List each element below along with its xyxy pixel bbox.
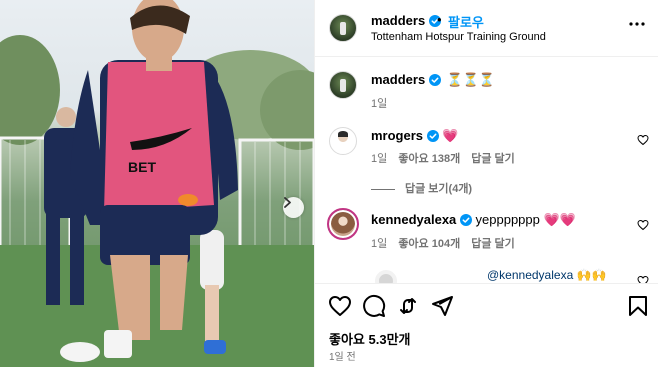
post-author-line: madders	[371, 13, 441, 28]
likes-count[interactable]: 좋아요 5.3만개	[329, 329, 410, 348]
avatar[interactable]	[329, 127, 357, 155]
reply-avatar[interactable]	[375, 270, 397, 283]
avatar[interactable]	[329, 14, 357, 42]
reply-preview-text: @kennedyalexa 🙌🙌	[487, 268, 607, 282]
comments-section: madders ⏳⏳⏳ 1일 mrogers 💗 1일 좋아요 138개 답글 …	[315, 57, 658, 283]
share-icon[interactable]	[396, 294, 420, 318]
comment-time[interactable]: 1일	[371, 238, 387, 250]
separator-dot: •	[437, 12, 442, 27]
post-date[interactable]: 1일 전	[329, 348, 356, 363]
comment-like-heart-icon[interactable]	[637, 134, 649, 146]
follow-button[interactable]: 팔로우	[448, 12, 484, 31]
send-icon[interactable]	[430, 294, 454, 318]
photo-illustration: BET	[0, 0, 314, 367]
comment-likes-count[interactable]: 좋아요 138개	[398, 153, 460, 165]
post-action-bar: 좋아요 5.3만개 1일 전	[315, 283, 658, 367]
heart-icon[interactable]	[328, 294, 352, 318]
comment-text: 💗	[442, 128, 459, 143]
post-header: madders • 팔로우 Tottenham Hotspur Training…	[315, 0, 658, 57]
more-options-icon	[629, 22, 645, 26]
caption-username[interactable]: madders	[371, 72, 425, 87]
post-side-panel: madders • 팔로우 Tottenham Hotspur Training…	[314, 0, 658, 367]
reply-button[interactable]: 답글 달기	[471, 238, 515, 250]
verified-badge-icon	[428, 74, 441, 86]
comment-username[interactable]: mrogers	[371, 128, 423, 143]
comment-time[interactable]: 1일	[371, 153, 387, 165]
comment-author: mrogers 💗	[371, 128, 458, 144]
post-photo: BET	[0, 0, 314, 367]
view-replies-button[interactable]: 답글 보기(4개)	[371, 180, 472, 196]
comment-text: yeppppppp 💗💗	[475, 212, 576, 227]
verified-badge-icon	[426, 130, 439, 142]
view-replies-label: 답글 보기(4개)	[405, 183, 473, 195]
comment-meta: 1일 좋아요 104개 답글 달기	[371, 235, 523, 251]
next-image-button[interactable]	[283, 197, 304, 218]
location-link[interactable]: Tottenham Hotspur Training Ground	[371, 31, 546, 43]
caption-time[interactable]: 1일	[371, 98, 387, 110]
svg-text:BET: BET	[128, 159, 156, 175]
verified-badge-icon	[459, 214, 472, 226]
comment-like-heart-icon[interactable]	[637, 275, 649, 283]
chevron-right-icon	[284, 197, 291, 208]
comment-author: kennedyalexa yeppppppp 💗💗	[371, 212, 576, 228]
caption-meta: 1일	[371, 95, 395, 111]
comment-username[interactable]: kennedyalexa	[371, 212, 456, 227]
reply-button[interactable]: 답글 달기	[471, 153, 515, 165]
avatar[interactable]	[329, 71, 357, 99]
caption-text: ⏳⏳⏳	[446, 72, 496, 87]
comment-icon[interactable]	[362, 294, 386, 318]
comment-meta: 1일 좋아요 138개 답글 달기	[371, 150, 523, 166]
comment-likes-count[interactable]: 좋아요 104개	[398, 238, 460, 250]
comment-like-heart-icon[interactable]	[637, 219, 649, 231]
avatar[interactable]	[327, 208, 359, 240]
post-username[interactable]: madders	[371, 13, 425, 28]
save-icon[interactable]	[626, 294, 650, 318]
replies-divider	[371, 188, 395, 190]
caption-author: madders ⏳⏳⏳	[371, 72, 495, 88]
more-options-button[interactable]	[627, 14, 647, 34]
